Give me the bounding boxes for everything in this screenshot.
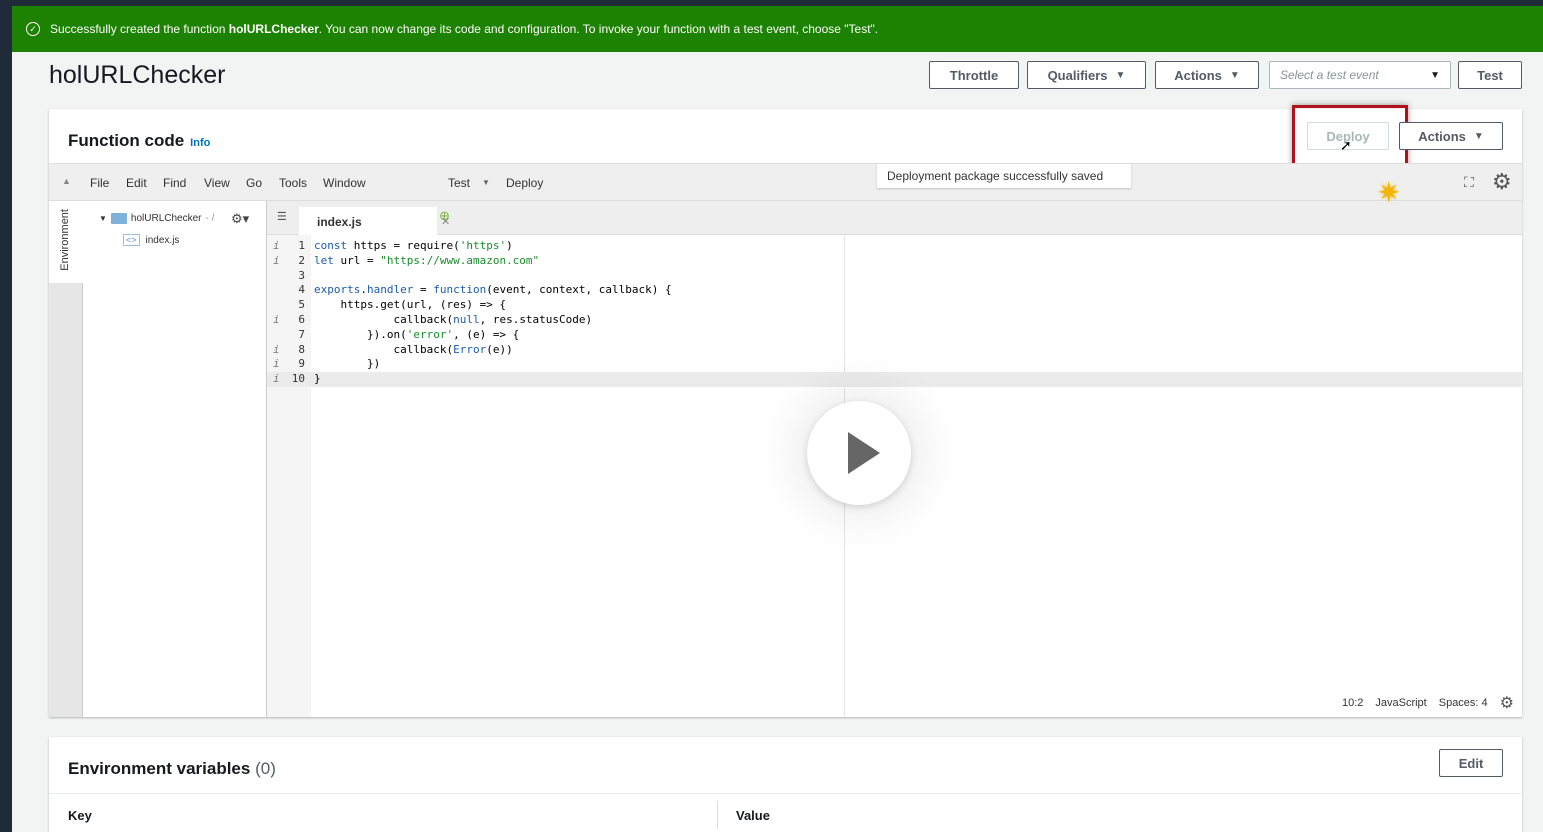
qualifiers-button[interactable]: Qualifiers ▼ (1027, 61, 1146, 89)
indent-setting[interactable]: Spaces: 4 (1439, 697, 1488, 709)
dropdown-caret-icon: ▼ (1115, 69, 1126, 81)
play-icon (848, 432, 880, 474)
line-number: 7 (298, 327, 305, 341)
menu-window[interactable]: Window (323, 176, 366, 190)
video-play-button[interactable] (807, 401, 911, 505)
tree-file[interactable]: <> index.js (123, 234, 179, 246)
menu-file[interactable]: File (90, 176, 109, 190)
test-event-select[interactable]: Select a test event ▼ (1269, 61, 1451, 89)
code-line: 3 (267, 269, 1522, 284)
success-check-icon: ✓ (26, 22, 40, 36)
line-content: const https = require('https') (314, 239, 513, 252)
code-line: i6 callback(null, res.statusCode) (267, 313, 1522, 328)
deploy-success-tooltip: Deployment package successfully saved (877, 164, 1131, 188)
dropdown-caret-icon: ▼ (1473, 130, 1484, 142)
test-dropdown-icon[interactable]: ▼ (482, 178, 490, 187)
collapse-up-icon[interactable]: ▲ (62, 176, 71, 186)
line-number: 6 (298, 312, 305, 326)
dropdown-caret-icon: ▼ (1430, 69, 1440, 81)
code-line: i9 }) (267, 357, 1522, 372)
tree-folder[interactable]: ▼ holURLChecker - / (99, 213, 214, 224)
fullscreen-icon[interactable]: ⛶ (1464, 174, 1474, 191)
info-link[interactable]: Info (190, 137, 210, 149)
actions-button[interactable]: Actions ▼ (1155, 61, 1259, 89)
line-number: 5 (298, 298, 305, 312)
code-line: 5 https.get(url, (res) => { (267, 298, 1522, 313)
code-line: 7 }).on('error', (e) => { (267, 328, 1522, 343)
file-tree: ▼ holURLChecker - / ⚙▾ <> index.js (83, 201, 267, 717)
line-number: 10 (291, 372, 305, 386)
line-content: }) (314, 357, 381, 371)
test-button[interactable]: Test (1458, 61, 1522, 89)
banner-text: Successfully created the function holURL… (50, 22, 879, 36)
menu-test[interactable]: Test (448, 176, 470, 190)
column-value: Value (736, 808, 770, 823)
column-divider (717, 801, 718, 829)
editor-settings-gear-icon[interactable]: ⚙ (1500, 693, 1514, 713)
line-number: 1 (298, 239, 305, 252)
code-editor[interactable]: ☰ index.js ✕ ⊕ i 1 const https = require('… (267, 201, 1522, 717)
throttle-button[interactable]: Throttle (929, 61, 1019, 89)
line-content: callback(Error(e)) (314, 342, 513, 356)
ide-toolbar: ▲ File Edit Find View Go Tools Window Te… (49, 163, 1522, 201)
line-number: 3 (298, 268, 305, 282)
environment-tab[interactable]: Environment (49, 201, 83, 283)
folder-icon (110, 213, 127, 224)
tab-list-icon[interactable]: ☰ (277, 210, 287, 223)
add-tab-icon[interactable]: ⊕ (439, 208, 450, 224)
menu-tools[interactable]: Tools (279, 176, 307, 190)
settings-gear-icon[interactable]: ⚙ (1492, 169, 1512, 195)
line-content: callback(null, res.statusCode) (314, 312, 593, 326)
cursor-position: 10:2 (1341, 697, 1364, 709)
menu-view[interactable]: View (204, 176, 230, 190)
line-content: exports.handler = function(event, contex… (314, 283, 672, 297)
editor-status-bar: 10:2 JavaScript Spaces: 4 ⚙ (1342, 693, 1514, 713)
tree-gear-icon[interactable]: ⚙▾ (231, 211, 249, 227)
code-line: i 10} (267, 372, 1522, 387)
dropdown-caret-icon: ▼ (1229, 69, 1240, 81)
line-content: } (314, 372, 321, 386)
menu-find[interactable]: Find (163, 176, 186, 190)
code-line: i 2 let url = "https://www.amazon.com" (267, 254, 1522, 269)
js-file-icon: <> (123, 234, 140, 246)
env-vars-title: Environment variables (0) (68, 759, 276, 778)
column-key: Key (68, 808, 92, 823)
menu-deploy[interactable]: Deploy (506, 176, 543, 190)
edit-env-vars-button[interactable]: Edit (1439, 749, 1503, 777)
code-lines: i 1 const https = require('https') i 2 let ur… (267, 239, 1522, 387)
code-actions-button[interactable]: Actions ▼ (1399, 122, 1503, 150)
line-number: 2 (298, 253, 305, 267)
code-line: i8 callback(Error(e)) (267, 343, 1522, 358)
editor-tab-bar: ☰ index.js ✕ ⊕ (267, 201, 1522, 235)
line-number: 9 (298, 357, 305, 371)
function-code-panel: Function code Info Deploy Actions ▼ ▲ File… (49, 105, 1522, 717)
environment-variables-panel: Environment variables (0) Edit Key Value (49, 737, 1522, 832)
menu-edit[interactable]: Edit (126, 176, 147, 190)
function-title: holURLChecker (49, 61, 226, 89)
tab-index-js[interactable]: index.js ✕ (299, 207, 450, 235)
code-line: i 1 const https = require('https') (267, 239, 1522, 254)
language-mode[interactable]: JavaScript (1375, 697, 1426, 709)
click-sparkle-icon: ✷ (1377, 177, 1401, 208)
lambda-console-page: ✓ Successfully created the function holU… (12, 6, 1543, 832)
environment-sidebar: Environment (49, 201, 83, 717)
mouse-pointer-icon: ➚ (1340, 137, 1352, 153)
success-banner: ✓ Successfully created the function holU… (12, 6, 1543, 52)
expand-caret-icon: ▼ (99, 214, 107, 223)
function-code-title: Function code Info (68, 131, 211, 150)
menu-go[interactable]: Go (246, 176, 262, 190)
code-line: 4 exports.handler = function(event, conte… (267, 283, 1522, 298)
line-content: }).on('error', (e) => { (314, 327, 520, 341)
line-content: let url = "https://www.amazon.com" (314, 253, 540, 267)
line-number: 4 (298, 283, 305, 297)
line-number: 8 (298, 342, 305, 356)
divider (49, 793, 1522, 794)
line-content: https.get(url, (res) => { (314, 298, 507, 312)
